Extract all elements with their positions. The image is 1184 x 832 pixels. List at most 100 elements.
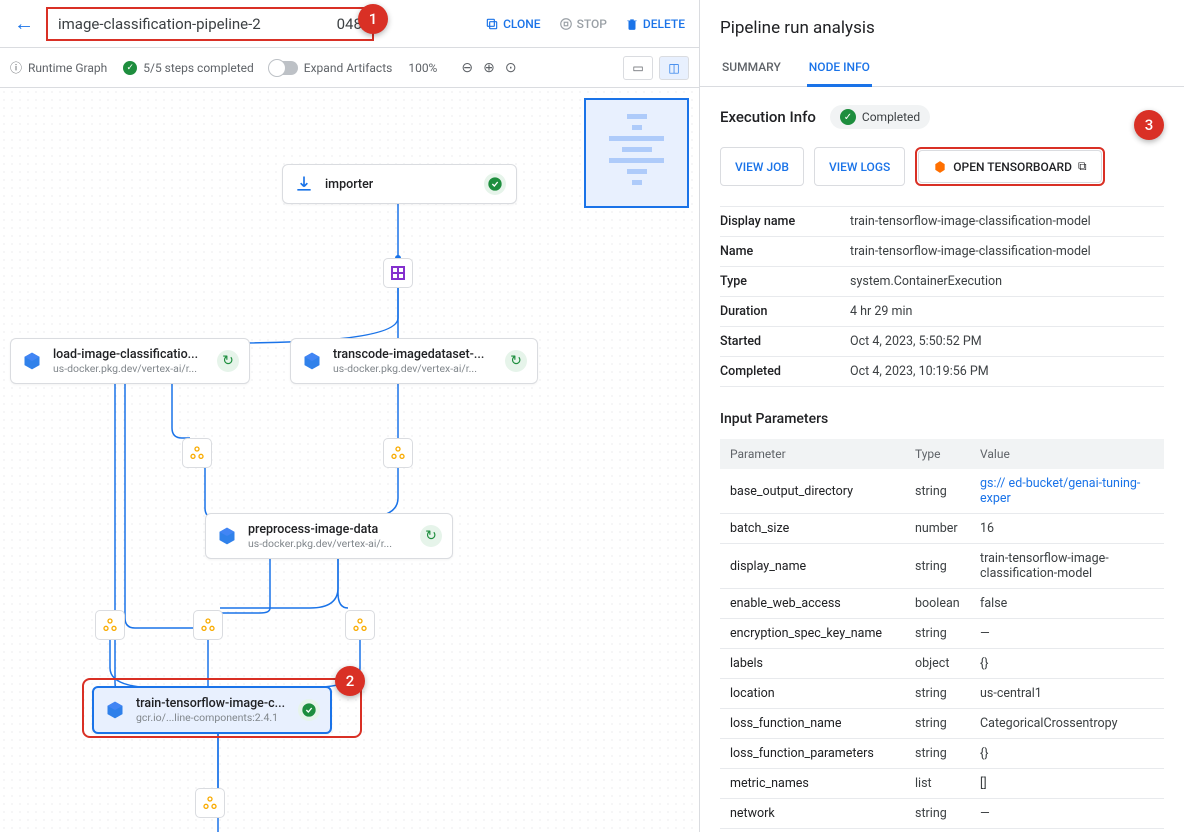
status-chip: ✓ Completed: [830, 105, 930, 129]
param-row: base_output_directorystringgs:// ed-buck…: [720, 469, 1164, 514]
node-importer[interactable]: importer: [282, 164, 517, 204]
node-artifact-output[interactable]: [193, 610, 223, 640]
node-artifact-output[interactable]: [182, 438, 212, 468]
input-params-heading: Input Parameters: [720, 411, 1164, 427]
param-row: networkstring—: [720, 799, 1164, 829]
info-row: StartedOct 4, 2023, 5:50:52 PM: [720, 327, 1164, 357]
info-key: Duration: [720, 304, 850, 319]
node-title: train-tensorflow-image-c...: [136, 696, 288, 711]
pipeline-run-title[interactable]: image-classification-pipeline-2000000000…: [46, 7, 374, 41]
back-arrow-icon[interactable]: ←: [10, 7, 38, 40]
param-type: string: [905, 709, 970, 739]
open-tensorboard-button[interactable]: OPEN TENSORBOARD ⧉: [918, 150, 1101, 183]
node-preprocess-image-data[interactable]: preprocess-image-dataus-docker.pkg.dev/v…: [205, 513, 453, 559]
tensorboard-icon: [933, 160, 947, 174]
param-name: display_name: [720, 544, 905, 589]
param-type: object: [905, 649, 970, 679]
param-row: display_namestringtrain-tensorflow-image…: [720, 544, 1164, 589]
toggle-switch[interactable]: [270, 61, 298, 75]
stop-icon: [559, 17, 573, 31]
info-value: Oct 4, 2023, 5:50:52 PM: [850, 334, 1164, 349]
param-value: CategoricalCrossentropy: [970, 709, 1164, 739]
callout-badge-2: 2: [335, 666, 365, 696]
triangle-artifact-icon: [390, 445, 406, 461]
layout-view-list[interactable]: ▭: [623, 56, 653, 80]
node-title: preprocess-image-data: [248, 522, 410, 537]
title-text: image-classification-pipeline-2: [58, 15, 261, 33]
zoom-out-icon[interactable]: ⊖: [461, 60, 473, 76]
param-type: string: [905, 679, 970, 709]
stop-label: STOP: [577, 17, 607, 31]
node-title: load-image-classificatio...: [53, 347, 207, 362]
node-transcode-imagedataset[interactable]: transcode-imagedataset-...us-docker.pkg.…: [290, 338, 538, 384]
param-row: number_of_epochsnumber10: [720, 829, 1164, 832]
triangle-artifact-icon: [189, 445, 205, 461]
info-value: train-tensorflow-image-classification-mo…: [850, 214, 1164, 229]
status-cached-icon: ↻: [217, 350, 239, 372]
tab-summary[interactable]: SUMMARY: [720, 50, 783, 86]
clone-label: CLONE: [503, 17, 541, 31]
param-row: enable_web_accessbooleanfalse: [720, 589, 1164, 619]
node-artifact[interactable]: [383, 258, 413, 288]
view-job-button[interactable]: VIEW JOB: [720, 147, 804, 186]
node-load-image-classification[interactable]: load-image-classificatio...us-docker.pkg…: [10, 338, 250, 384]
col-value: Value: [970, 439, 1164, 469]
panel-heading: Pipeline run analysis: [700, 0, 1184, 50]
check-circle-icon: ✓: [123, 61, 137, 75]
callout-badge-1: 1: [358, 4, 388, 34]
tensorboard-label: OPEN TENSORBOARD: [953, 160, 1072, 174]
layout-view-split[interactable]: ◫: [659, 56, 689, 80]
cube-icon: [104, 699, 126, 721]
param-name: number_of_epochs: [720, 829, 905, 832]
node-subtitle: us-docker.pkg.dev/vertex-ai/r...: [53, 362, 207, 375]
minimap[interactable]: [584, 98, 689, 208]
zoom-reset-icon[interactable]: ⊙: [505, 60, 517, 76]
node-artifact-output[interactable]: [195, 788, 225, 818]
expand-text: Expand Artifacts: [304, 61, 393, 75]
panel-tabs: SUMMARY NODE INFO: [700, 50, 1184, 87]
tab-node-info[interactable]: NODE INFO: [807, 50, 872, 87]
runtime-graph-label: ⓘ Runtime Graph: [10, 59, 107, 76]
view-logs-button[interactable]: VIEW LOGS: [814, 147, 905, 186]
param-row: locationstringus-central1: [720, 679, 1164, 709]
param-row: encryption_spec_key_namestring—: [720, 619, 1164, 649]
param-type: string: [905, 619, 970, 649]
param-value: —: [970, 619, 1164, 649]
param-type: string: [905, 544, 970, 589]
clone-icon: [485, 17, 499, 31]
param-value: us-central1: [970, 679, 1164, 709]
steps-completed: ✓ 5/5 steps completed: [123, 61, 254, 75]
param-name: enable_web_access: [720, 589, 905, 619]
param-value: —: [970, 799, 1164, 829]
param-value: train-tensorflow-image-classification-mo…: [970, 544, 1164, 589]
zoom-level: 100%: [408, 61, 437, 75]
triangle-artifact-icon: [200, 617, 216, 633]
zoom-in-icon[interactable]: ⊕: [483, 60, 495, 76]
param-name: base_output_directory: [720, 469, 905, 514]
node-train-tensorflow[interactable]: train-tensorflow-image-c...gcr.io/...lin…: [92, 686, 332, 734]
param-name: metric_names: [720, 769, 905, 799]
runtime-graph-text: Runtime Graph: [28, 61, 107, 75]
info-row: Duration4 hr 29 min: [720, 297, 1164, 327]
param-name: network: [720, 799, 905, 829]
node-artifact-output[interactable]: [383, 438, 413, 468]
info-key: Type: [720, 274, 850, 289]
execution-info-table: Display nametrain-tensorflow-image-class…: [720, 206, 1164, 387]
clone-button[interactable]: CLONE: [481, 13, 545, 35]
param-row: labelsobject{}: [720, 649, 1164, 679]
node-artifact-output[interactable]: [95, 610, 125, 640]
status-text: Completed: [862, 110, 920, 124]
node-artifact-output[interactable]: [345, 610, 375, 640]
param-value: []: [970, 769, 1164, 799]
expand-artifacts-toggle[interactable]: Expand Artifacts: [270, 61, 393, 75]
col-type: Type: [905, 439, 970, 469]
trash-icon: [625, 17, 639, 31]
param-row: loss_function_parametersstring{}: [720, 739, 1164, 769]
info-key: Display name: [720, 214, 850, 229]
param-value[interactable]: gs:// ed-bucket/genai-tuning-exper: [970, 469, 1164, 514]
analysis-panel: Pipeline run analysis SUMMARY NODE INFO …: [700, 0, 1184, 832]
triangle-artifact-icon: [352, 617, 368, 633]
pipeline-graph-canvas[interactable]: importer load-image-classificatio...us-d…: [0, 88, 699, 832]
param-value: 10: [970, 829, 1164, 832]
delete-button[interactable]: DELETE: [621, 13, 689, 35]
